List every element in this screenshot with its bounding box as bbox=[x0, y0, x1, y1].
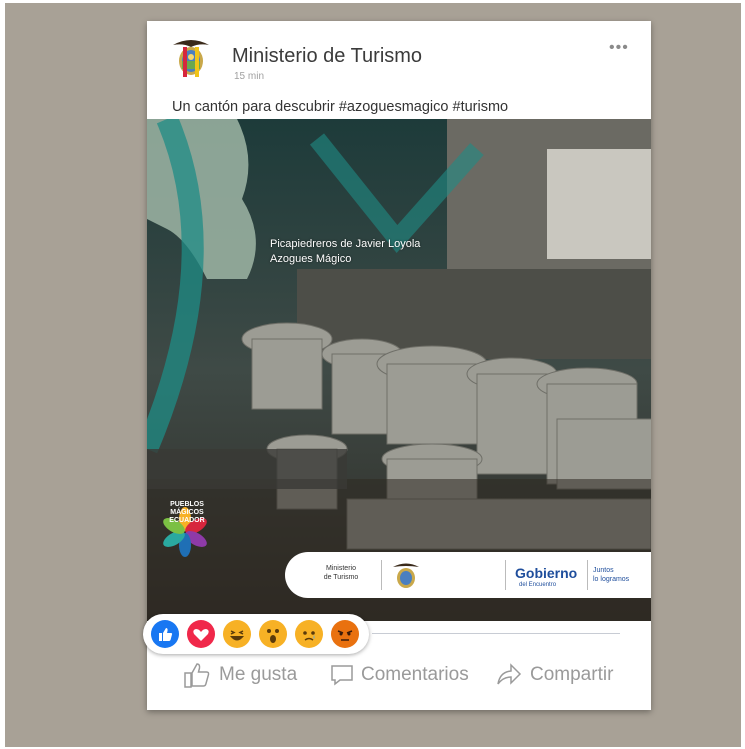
photo-caption-line1: Picapiedreros de Javier Loyola bbox=[270, 238, 421, 250]
gobierno-logo: Gobierno bbox=[515, 565, 578, 581]
share-arrow-icon bbox=[497, 663, 522, 685]
like-label: Me gusta bbox=[219, 664, 298, 685]
comment-bubble-icon bbox=[331, 665, 353, 686]
like-button[interactable]: Me gusta bbox=[181, 655, 297, 695]
comment-label: Comentarios bbox=[361, 664, 469, 685]
post-header: Ministerio de Turismo 15 min ••• Un cant… bbox=[147, 21, 651, 115]
more-options-icon[interactable]: ••• bbox=[609, 39, 629, 57]
government-banner: Ministerio de Turismo Gobierno del Encue… bbox=[285, 552, 651, 598]
logo-text-3: ECUADOR bbox=[169, 517, 205, 524]
reaction-bar bbox=[143, 614, 369, 654]
banner-divider bbox=[381, 560, 382, 590]
angry-reaction-icon[interactable] bbox=[331, 620, 359, 648]
post-timestamp[interactable]: 15 min bbox=[234, 71, 264, 82]
logo-text-2: MÁGICOS bbox=[170, 509, 204, 516]
page-name[interactable]: Ministerio de Turismo bbox=[232, 45, 422, 68]
share-button[interactable]: Compartir bbox=[494, 655, 613, 695]
thumbs-up-icon bbox=[184, 663, 210, 688]
avatar[interactable] bbox=[169, 35, 213, 79]
haha-reaction-icon[interactable] bbox=[223, 620, 251, 648]
post-caption: Un cantón para descubrir #azoguesmagico … bbox=[172, 99, 509, 115]
share-label: Compartir bbox=[530, 664, 614, 685]
sad-reaction-icon[interactable] bbox=[295, 620, 323, 648]
logo-text-1: PUEBLOS bbox=[170, 501, 204, 508]
stone-capitals-photo bbox=[147, 119, 651, 621]
banner-divider-3 bbox=[587, 560, 588, 590]
ministerio-label: Ministerio de Turismo bbox=[313, 564, 369, 582]
coat-of-arms-icon bbox=[393, 563, 419, 588]
photo-caption: Picapiedreros de Javier Loyola Azogues M… bbox=[270, 237, 420, 267]
gobierno-sub: del Encuentro bbox=[519, 582, 557, 588]
ministerio-line1: Ministerio bbox=[326, 565, 356, 572]
ministerio-line2: de Turismo bbox=[323, 574, 359, 581]
juntos-line1: Juntos bbox=[593, 567, 614, 574]
comment-button[interactable]: Comentarios bbox=[329, 655, 469, 695]
photo-caption-line2: Azogues Mágico bbox=[270, 253, 352, 265]
juntos-line2: lo logramos bbox=[593, 576, 630, 583]
pueblos-magicos-logo: PUEBLOS MÁGICOS ECUADOR bbox=[155, 501, 219, 525]
coat-of-arms-icon bbox=[173, 40, 209, 77]
juntos-label: Juntos lo logramos bbox=[593, 566, 643, 584]
banner-divider-2 bbox=[505, 560, 506, 590]
post-image[interactable]: Picapiedreros de Javier Loyola Azogues M… bbox=[147, 119, 651, 621]
reactions-divider bbox=[372, 633, 620, 634]
like-reaction-icon[interactable] bbox=[151, 620, 179, 648]
post-actions: Me gusta Comentarios Compartir bbox=[147, 655, 651, 701]
love-reaction-icon[interactable] bbox=[187, 620, 215, 648]
post-card: Ministerio de Turismo 15 min ••• Un cant… bbox=[147, 21, 651, 710]
wow-reaction-icon[interactable] bbox=[259, 620, 287, 648]
